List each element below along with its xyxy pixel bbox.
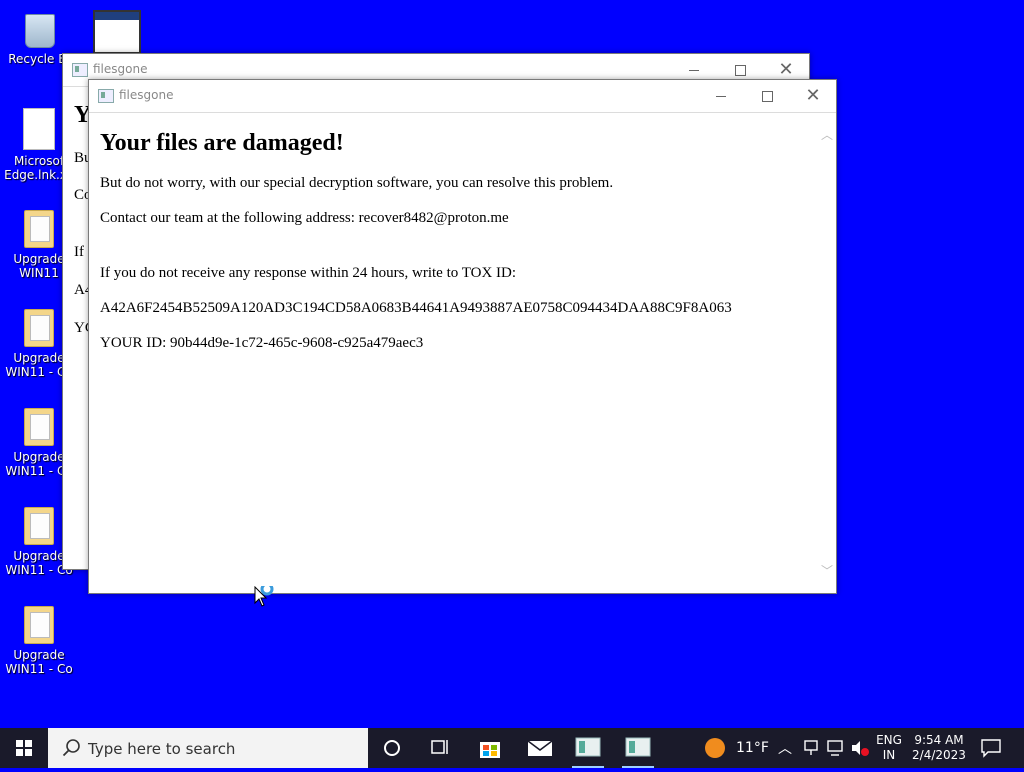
monitor-icon[interactable] — [826, 738, 844, 758]
app-icon — [72, 63, 88, 77]
window-title: filesgone — [93, 62, 148, 76]
region-code: IN — [882, 748, 896, 762]
vertical-scrollbar[interactable]: ︿ ﹀ — [818, 114, 836, 593]
reassurance-text: But do not worry, with our special decry… — [100, 175, 614, 191]
app-window-icon — [625, 737, 651, 757]
maximize-button[interactable] — [744, 80, 790, 112]
tox-id-text: A42A6F2454B52509A120AD3C194CD58A0683B446… — [100, 300, 732, 316]
fragment-text: If — [74, 244, 84, 260]
folder-icon — [22, 208, 56, 248]
folder-icon — [22, 604, 56, 644]
your-id-text: YOUR ID: 90b44d9e-1c72-465c-9608-c925a47… — [100, 335, 424, 351]
app-window-icon — [575, 737, 601, 757]
desktop-icon-label: Upgrade WIN11 - Co — [5, 648, 73, 676]
title-bar[interactable]: filesgone ✕ — [89, 80, 836, 113]
desktop-icon-upgrade-win11-copy[interactable]: Upgrade WIN11 - Co — [0, 604, 78, 676]
search-placeholder: Type here to search — [88, 740, 236, 758]
folder-icon — [22, 505, 56, 545]
chevron-up-icon[interactable]: ︿ — [778, 738, 792, 758]
tox-instruction-text: If you do not receive any response withi… — [100, 265, 517, 281]
start-button[interactable] — [0, 728, 48, 768]
mouse-cursor-icon — [254, 582, 278, 614]
front-window[interactable]: filesgone ✕ Your files are damaged! But … — [88, 79, 837, 594]
ransom-note-content: Your files are damaged! But do not worry… — [89, 114, 818, 593]
taskbar-app-filesgone[interactable] — [614, 728, 662, 768]
folder-icon — [22, 406, 56, 446]
store-icon — [480, 742, 500, 758]
scroll-down-icon[interactable]: ﹀ — [821, 562, 833, 579]
mail-icon — [527, 740, 553, 756]
search-input[interactable]: Type here to search — [48, 728, 368, 768]
store-button[interactable] — [466, 728, 514, 768]
network-icon[interactable] — [802, 738, 820, 758]
weather-widget[interactable]: 11°F — [704, 728, 769, 768]
clock[interactable]: 9:54 AM 2/4/2023 — [906, 733, 972, 763]
window-title: filesgone — [119, 88, 174, 102]
contact-text: Contact our team at the following addres… — [100, 210, 509, 226]
task-view-icon — [431, 740, 448, 754]
task-view-button[interactable] — [416, 728, 464, 768]
notification-icon[interactable] — [980, 738, 1002, 758]
minimize-button[interactable] — [698, 80, 744, 112]
cortana-icon — [384, 740, 400, 756]
clock-time: 9:54 AM — [914, 733, 964, 747]
weather-sun-icon — [705, 738, 725, 758]
clock-date: 2/4/2023 — [912, 748, 966, 762]
taskbar: Type here to search 11°F ︿ ENG IN 9:54 A… — [0, 728, 1024, 768]
weather-temp: 11°F — [736, 740, 769, 756]
search-icon — [62, 739, 80, 757]
windows-logo-icon — [16, 740, 32, 756]
volume-muted-icon[interactable] — [850, 738, 870, 758]
app-icon — [98, 89, 114, 103]
app-window-icon[interactable] — [93, 10, 141, 54]
folder-icon — [22, 307, 56, 347]
close-button[interactable]: ✕ — [790, 80, 836, 112]
file-icon — [23, 108, 55, 150]
page-title: Your files are damaged! — [100, 130, 344, 156]
recycle-bin-icon — [21, 8, 57, 48]
language-code: ENG — [876, 733, 902, 747]
mail-button[interactable] — [516, 728, 564, 768]
taskbar-app-filesgone[interactable] — [564, 728, 612, 768]
cortana-button[interactable] — [368, 728, 416, 768]
scroll-up-icon[interactable]: ︿ — [821, 126, 833, 143]
language-indicator[interactable]: ENG IN — [872, 733, 906, 763]
